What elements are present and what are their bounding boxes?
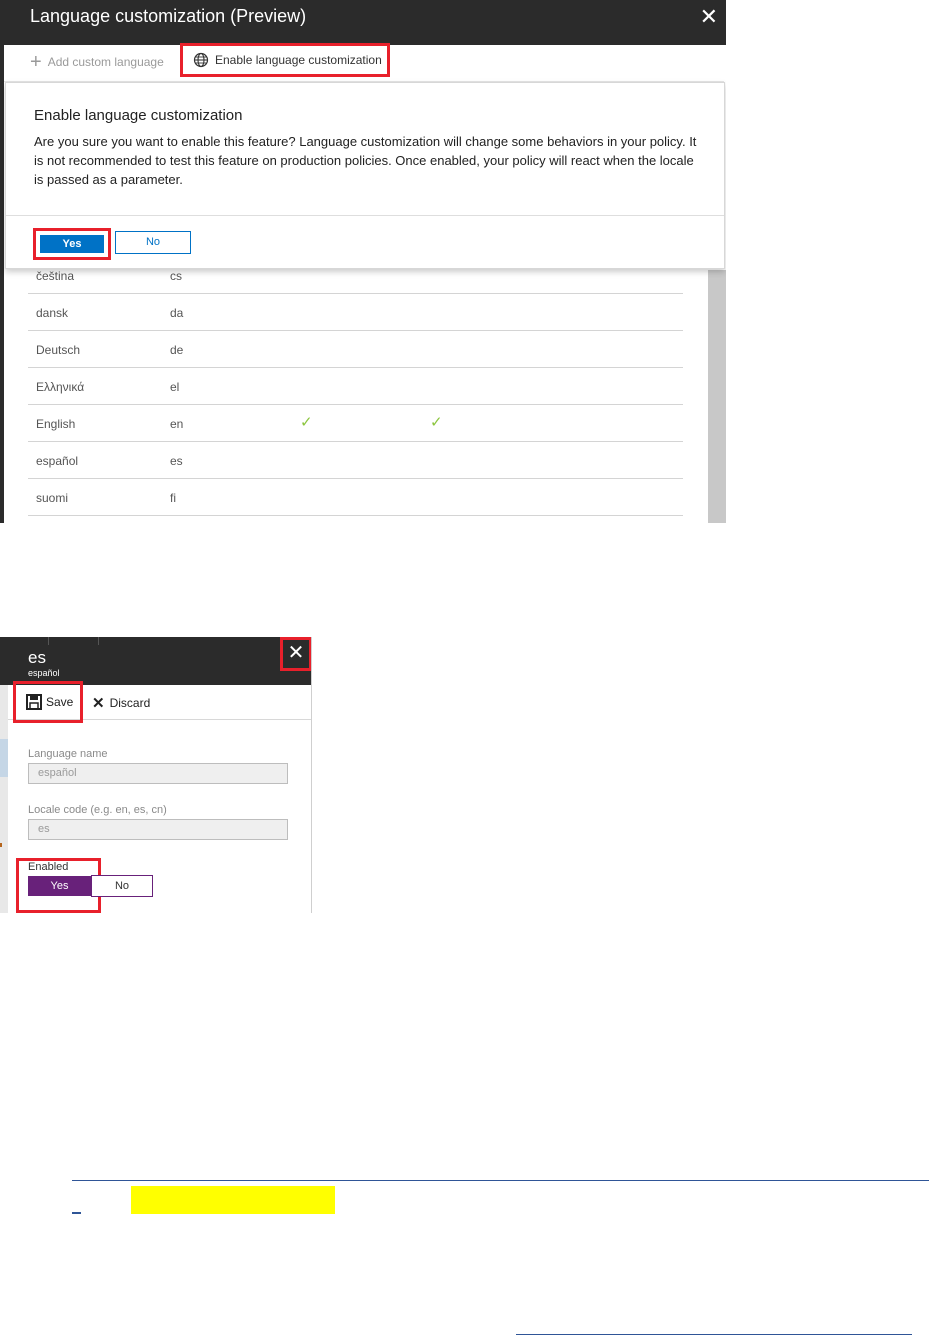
yes-button-highlight: Yes	[33, 228, 111, 260]
language-name-cell: Deutsch	[36, 343, 81, 357]
panel-left-edge	[0, 45, 4, 523]
language-code-cell: el	[170, 380, 180, 394]
check-icon: ✓	[300, 414, 313, 431]
table-row[interactable]: suomi fi	[28, 479, 683, 516]
language-code-cell: es	[170, 454, 183, 468]
table-row[interactable]: Ελληνικά el	[28, 368, 683, 405]
add-custom-language-label: Add custom language	[47, 55, 164, 69]
language-customization-panel: Language customization (Preview) ✕ + Add…	[0, 0, 726, 523]
dialog-message: Are you sure you want to enable this fea…	[34, 134, 697, 187]
language-name-cell: Ελληνικά	[36, 380, 85, 394]
language-code-cell: fi	[170, 491, 176, 505]
enable-language-customization-label: Enable language customization	[215, 53, 382, 67]
edit-panel-title: es	[28, 648, 46, 667]
plus-icon: +	[30, 51, 42, 73]
dialog-title: Enable language customization	[34, 107, 243, 124]
language-name-cell: čeština	[36, 269, 75, 283]
language-name-cell: español	[36, 454, 79, 468]
document-rule	[72, 1180, 929, 1181]
dialog-yes-button[interactable]: Yes	[40, 235, 104, 253]
yellow-highlight	[131, 1186, 335, 1214]
confirm-dialog: Enable language customization Are you su…	[5, 82, 725, 269]
background-panel-strip	[0, 685, 8, 913]
add-custom-language-button[interactable]: + Add custom language	[30, 51, 164, 73]
enabled-yes-toggle[interactable]: Yes	[28, 876, 91, 896]
globe-icon	[193, 52, 209, 68]
language-code-cell: da	[170, 306, 184, 320]
language-name-cell: dansk	[36, 306, 69, 320]
language-name-field[interactable]: español	[28, 763, 288, 784]
discard-button[interactable]: ✕ Discard	[92, 694, 150, 712]
save-button[interactable]: Save	[13, 681, 83, 723]
save-label: Save	[46, 695, 74, 709]
enabled-label: Enabled	[28, 861, 69, 873]
panel-toolbar: + Add custom language Enable language cu…	[4, 43, 724, 82]
enable-language-customization-button[interactable]: Enable language customization	[180, 43, 390, 77]
close-icon[interactable]: ✕	[700, 4, 718, 30]
background-selection	[0, 739, 8, 777]
close-icon[interactable]: ✕	[280, 637, 311, 671]
panel-title: Language customization (Preview)	[30, 6, 307, 26]
table-row[interactable]: English en ✓ ✓	[28, 405, 683, 442]
table-row[interactable]: Deutsch de	[28, 331, 683, 368]
language-code-cell: en	[170, 417, 184, 431]
edit-panel-subtitle: español	[28, 668, 60, 678]
document-rule	[516, 1334, 912, 1335]
tab-divider	[48, 637, 49, 645]
panel-title-bar: Language customization (Preview) ✕	[0, 0, 726, 45]
edit-panel-header: es español	[0, 637, 311, 685]
locale-code-label: Locale code (e.g. en, es, cn)	[28, 804, 167, 816]
enabled-no-toggle[interactable]: No	[91, 875, 153, 897]
language-code-cell: de	[170, 343, 184, 357]
save-icon	[26, 694, 42, 710]
discard-icon: ✕	[92, 695, 105, 712]
locale-code-field[interactable]: es	[28, 819, 288, 840]
underline-fragment	[72, 1212, 81, 1214]
check-icon: ✓	[430, 414, 443, 431]
scrollbar[interactable]	[708, 270, 726, 523]
language-name-cell: English	[36, 417, 76, 431]
dialog-no-button[interactable]: No	[115, 231, 191, 254]
dialog-divider	[6, 215, 724, 216]
discard-label: Discard	[109, 696, 151, 710]
background-mark	[0, 843, 2, 847]
language-code-cell: cs	[170, 269, 182, 283]
language-edit-panel: es español ✕ Save ✕ Discard Language nam…	[0, 637, 312, 913]
language-name-label: Language name	[28, 748, 108, 760]
language-name-cell: suomi	[36, 491, 69, 505]
languages-table: čeština cs dansk da Deutsch de Ελληνικά el Engli…	[28, 257, 683, 516]
table-row[interactable]: dansk da	[28, 294, 683, 331]
edit-panel-toolbar: Save ✕ Discard	[8, 681, 311, 723]
tab-divider	[98, 637, 99, 645]
table-row[interactable]: español es	[28, 442, 683, 479]
